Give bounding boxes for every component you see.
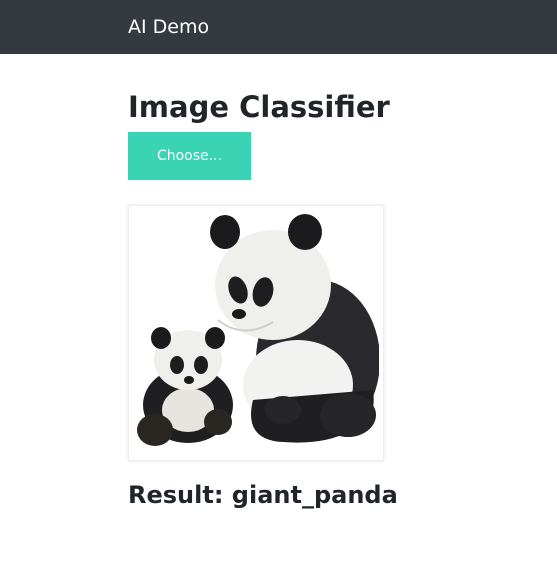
giant-panda-image [133,210,379,456]
classification-result: Result: giant_panda [128,478,398,512]
result-prefix: Result: [128,481,232,509]
navbar: AI Demo [0,0,557,54]
brand-link[interactable]: AI Demo [128,15,209,39]
uploaded-image-thumbnail [128,205,384,461]
choose-file-button[interactable]: Choose... [128,132,251,180]
result-value: giant_panda [231,481,398,509]
page-title: Image Classifier [128,90,390,124]
